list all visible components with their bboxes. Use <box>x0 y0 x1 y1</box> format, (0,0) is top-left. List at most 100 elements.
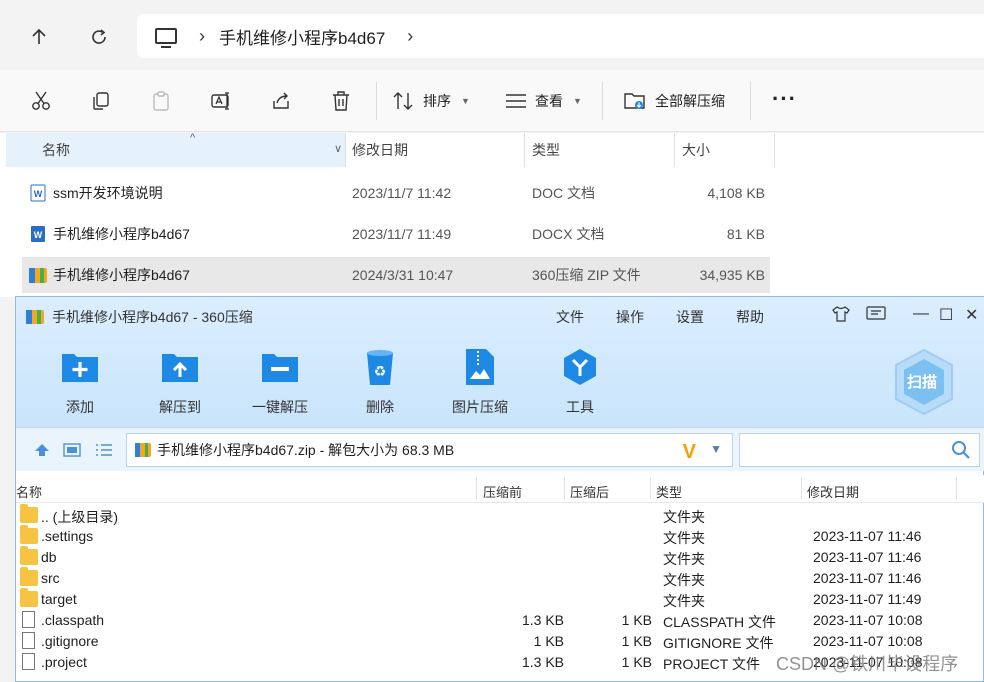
menu-ops[interactable]: 操作 <box>616 307 644 327</box>
zip-entry-row[interactable]: .classpath 1.3 KB 1 KB CLASSPATH 文件 2023… <box>16 610 984 631</box>
column-divider[interactable] <box>476 477 477 499</box>
file-icon <box>22 632 35 649</box>
folder-icon <box>20 588 38 607</box>
file-icon <box>22 611 35 628</box>
refresh-icon[interactable] <box>84 22 114 52</box>
chevron-right-icon[interactable]: › <box>407 26 413 47</box>
column-divider[interactable] <box>801 477 802 499</box>
view-button[interactable]: 查看 ▼ <box>505 88 582 114</box>
column-modified-label: 修改日期 <box>352 142 408 158</box>
word-doc-icon: W <box>28 183 48 203</box>
file-row[interactable]: W ssm开发环境说明 2023/11/7 11:42 DOC 文档 4,108… <box>22 175 770 211</box>
zip-entry-row[interactable]: .settings 文件夹 2023-11-07 11:46 <box>16 525 984 547</box>
zip-path-bar: 手机维修小程序b4d67.zip - 解包大小为 68.3 MB V ▼ <box>16 427 984 471</box>
entry-after: 1 KB <box>621 633 652 649</box>
v-verified-icon[interactable]: V <box>683 441 696 464</box>
minimize-icon[interactable]: — <box>913 305 929 323</box>
more-options-icon[interactable]: ··· <box>772 86 797 112</box>
cut-icon[interactable] <box>28 88 54 114</box>
one-click-extract-button[interactable]: 一键解压 <box>240 345 320 417</box>
file-row[interactable]: W 手机维修小程序b4d67 2023/11/7 11:49 DOCX 文档 8… <box>22 216 770 252</box>
column-size[interactable]: 大小 <box>682 133 710 167</box>
zip-path-field[interactable]: 手机维修小程序b4d67.zip - 解包大小为 68.3 MB V ▼ <box>126 433 733 467</box>
zip-col-modified[interactable]: 修改日期 <box>807 482 859 501</box>
maximize-icon[interactable]: ☐ <box>939 305 953 325</box>
column-type[interactable]: 类型 <box>532 133 560 167</box>
file-row-selected[interactable]: 手机维修小程序b4d67 2024/3/31 10:47 360压缩 ZIP 文… <box>22 257 770 293</box>
zip-path-text: 手机维修小程序b4d67.zip - 解包大小为 68.3 MB <box>157 442 455 458</box>
copy-icon[interactable] <box>88 88 114 114</box>
entry-name: src <box>41 570 60 586</box>
extract-all-button[interactable]: 全部解压缩 <box>623 88 725 114</box>
column-divider[interactable] <box>524 133 525 167</box>
zip-entry-row[interactable]: src 文件夹 2023-11-07 11:46 <box>16 567 984 589</box>
breadcrumb-folder[interactable]: 手机维修小程序b4d67 <box>219 24 385 49</box>
rename-icon[interactable] <box>208 88 234 114</box>
entry-name: .project <box>41 654 87 670</box>
entry-modified: 2023-11-07 11:46 <box>813 570 922 586</box>
file-modified: 2023/11/7 11:49 <box>352 226 452 242</box>
svg-text:W: W <box>34 230 43 240</box>
menu-settings[interactable]: 设置 <box>676 307 704 327</box>
explorer-column-header: 名称 ^ ∨ 修改日期 类型 大小 <box>0 132 984 167</box>
scan-button[interactable]: 扫描 <box>892 347 956 417</box>
entry-after: 1 KB <box>621 612 652 628</box>
chevron-down-icon[interactable]: ∨ <box>334 142 342 155</box>
feedback-icon[interactable] <box>866 305 886 328</box>
zip-col-name[interactable]: 名称 <box>16 482 42 501</box>
up-level-icon[interactable] <box>32 440 52 460</box>
explorer-file-list: W ssm开发环境说明 2023/11/7 11:42 DOC 文档 4,108… <box>0 167 984 297</box>
column-modified[interactable]: 修改日期 <box>352 133 408 167</box>
extract-folder-icon <box>158 345 202 389</box>
chevron-down-icon[interactable]: ▼ <box>710 442 722 456</box>
thumbnail-view-icon[interactable] <box>62 440 82 460</box>
delete-icon[interactable] <box>328 88 354 114</box>
menu-help[interactable]: 帮助 <box>736 307 764 327</box>
column-divider[interactable] <box>345 133 346 167</box>
search-icon[interactable] <box>951 440 971 460</box>
image-compress-button[interactable]: 图片压缩 <box>440 345 520 417</box>
extract-to-button[interactable]: 解压到 <box>140 345 220 417</box>
zip-search-input[interactable] <box>739 433 980 467</box>
explorer-toolbar: 排序 ▼ 查看 ▼ 全部解压缩 ··· <box>0 70 984 132</box>
chevron-right-icon[interactable]: › <box>199 26 205 47</box>
image-compress-label: 图片压缩 <box>452 399 508 415</box>
zip-col-before[interactable]: 压缩前 <box>483 482 522 501</box>
close-icon[interactable]: ✕ <box>965 305 978 325</box>
skin-icon[interactable] <box>831 305 851 328</box>
file-modified: 2024/3/31 10:47 <box>352 267 454 283</box>
entry-type: 文件夹 <box>663 509 705 525</box>
add-button[interactable]: 添加 <box>40 345 120 417</box>
svg-text:♻: ♻ <box>374 364 387 380</box>
zip-archive-icon <box>28 265 48 285</box>
sort-button[interactable]: 排序 ▼ <box>393 88 470 114</box>
up-arrow-icon[interactable] <box>24 22 54 52</box>
menu-file[interactable]: 文件 <box>556 307 584 327</box>
zip-entry-row[interactable]: .gitignore 1 KB 1 KB GITIGNORE 文件 2023-1… <box>16 631 984 652</box>
view-label: 查看 <box>535 93 563 109</box>
list-view-icon[interactable] <box>94 440 114 460</box>
file-icon <box>22 653 35 670</box>
address-bar[interactable]: › 手机维修小程序b4d67 › <box>137 14 984 58</box>
entry-before: 1 KB <box>533 633 564 649</box>
delete-button[interactable]: ♻ 删除 <box>340 345 420 417</box>
column-divider[interactable] <box>956 477 957 499</box>
column-divider[interactable] <box>564 477 565 499</box>
column-divider[interactable] <box>674 133 675 167</box>
column-divider[interactable] <box>774 133 775 167</box>
one-click-extract-icon <box>258 345 302 389</box>
sort-label: 排序 <box>423 93 451 109</box>
zip-col-type[interactable]: 类型 <box>656 482 682 501</box>
share-icon[interactable] <box>268 88 294 114</box>
column-name[interactable]: 名称 ^ ∨ <box>6 132 346 167</box>
zip-col-after[interactable]: 压缩后 <box>570 482 609 501</box>
zip-entry-row[interactable]: db 文件夹 2023-11-07 11:46 <box>16 546 984 568</box>
entry-after: 1 KB <box>621 654 652 670</box>
zip-entry-row[interactable]: .. (上级目录) 文件夹 <box>16 504 984 526</box>
column-divider[interactable] <box>650 477 651 499</box>
file-type: 360压缩 ZIP 文件 <box>532 267 641 283</box>
zip-entry-row[interactable]: target 文件夹 2023-11-07 11:49 <box>16 588 984 610</box>
paste-icon <box>148 88 174 114</box>
file-size: 34,935 KB <box>699 267 765 283</box>
tools-button[interactable]: 工具 <box>540 345 620 417</box>
